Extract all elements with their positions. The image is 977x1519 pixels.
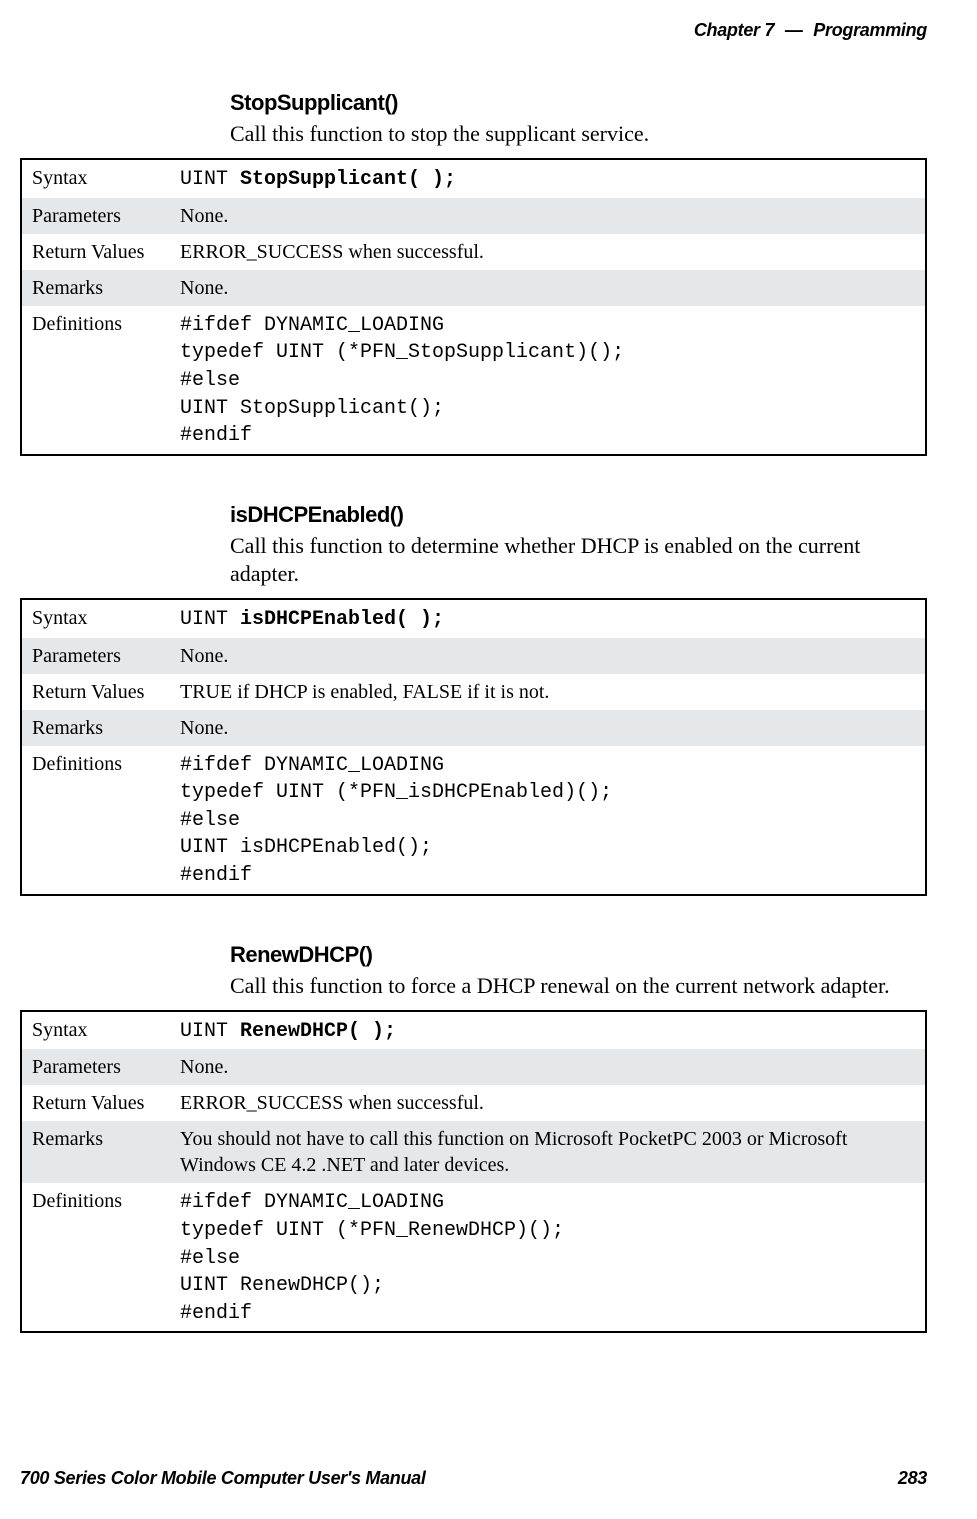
row-value: #ifdef DYNAMIC_LOADING typedef UINT (*PF… [170, 746, 926, 895]
table-row: Parameters None. [21, 198, 926, 234]
row-label: Return Values [21, 674, 170, 710]
row-value: UINT RenewDHCP( ); [170, 1011, 926, 1050]
row-value: None. [170, 638, 926, 674]
chapter-title: Programming [813, 20, 927, 40]
table-row: Definitions #ifdef DYNAMIC_LOADING typed… [21, 1183, 926, 1332]
row-label: Syntax [21, 159, 170, 198]
function-block: RenewDHCP() Call this function to force … [20, 942, 927, 1334]
page-content: StopSupplicant() Call this function to s… [20, 78, 927, 1379]
function-block: StopSupplicant() Call this function to s… [20, 90, 927, 456]
definitions-code: #ifdef DYNAMIC_LOADING typedef UINT (*PF… [180, 1191, 564, 1324]
row-value: TRUE if DHCP is enabled, FALSE if it is … [170, 674, 926, 710]
row-label: Parameters [21, 638, 170, 674]
row-label: Parameters [21, 198, 170, 234]
row-value: None. [170, 710, 926, 746]
syntax-prefix: UINT [180, 168, 240, 191]
function-heading: StopSupplicant() [230, 90, 927, 116]
syntax-prefix: UINT [180, 1020, 240, 1043]
row-value: UINT StopSupplicant( ); [170, 159, 926, 198]
table-row: Return Values TRUE if DHCP is enabled, F… [21, 674, 926, 710]
row-label: Syntax [21, 599, 170, 638]
document-page: Chapter 7 — Programming StopSupplicant()… [0, 0, 977, 1519]
function-description: Call this function to stop the supplican… [230, 120, 927, 148]
function-block: isDHCPEnabled() Call this function to de… [20, 502, 927, 896]
table-row: Return Values ERROR_SUCCESS when success… [21, 1085, 926, 1121]
syntax-prefix: UINT [180, 608, 240, 631]
table-row: Remarks None. [21, 710, 926, 746]
row-value: None. [170, 198, 926, 234]
table-row: Definitions #ifdef DYNAMIC_LOADING typed… [21, 306, 926, 455]
syntax-signature: isDHCPEnabled( ); [240, 608, 444, 631]
syntax-signature: StopSupplicant( ); [240, 168, 456, 191]
function-description: Call this function to determine whether … [230, 532, 927, 588]
row-label: Return Values [21, 1085, 170, 1121]
row-label: Remarks [21, 710, 170, 746]
table-row: Parameters None. [21, 638, 926, 674]
syntax-signature: RenewDHCP( ); [240, 1020, 396, 1043]
page-header: Chapter 7 — Programming [694, 20, 927, 41]
row-label: Syntax [21, 1011, 170, 1050]
table-row: Syntax UINT StopSupplicant( ); [21, 159, 926, 198]
row-label: Return Values [21, 234, 170, 270]
api-table: Syntax UINT RenewDHCP( ); Parameters Non… [20, 1010, 927, 1334]
row-label: Definitions [21, 1183, 170, 1332]
table-row: Remarks None. [21, 270, 926, 306]
table-row: Definitions #ifdef DYNAMIC_LOADING typed… [21, 746, 926, 895]
table-row: Parameters None. [21, 1049, 926, 1085]
row-label: Remarks [21, 1121, 170, 1183]
api-table: Syntax UINT isDHCPEnabled( ); Parameters… [20, 598, 927, 896]
row-value: You should not have to call this functio… [170, 1121, 926, 1183]
row-value: None. [170, 270, 926, 306]
row-value: UINT isDHCPEnabled( ); [170, 599, 926, 638]
definitions-code: #ifdef DYNAMIC_LOADING typedef UINT (*PF… [180, 314, 624, 447]
chapter-label: Chapter [694, 20, 760, 40]
definitions-code: #ifdef DYNAMIC_LOADING typedef UINT (*PF… [180, 754, 612, 887]
row-value: #ifdef DYNAMIC_LOADING typedef UINT (*PF… [170, 306, 926, 455]
header-separator: — [785, 20, 803, 40]
manual-title: 700 Series Color Mobile Computer User's … [20, 1468, 426, 1488]
function-description: Call this function to force a DHCP renew… [230, 972, 927, 1000]
row-value: #ifdef DYNAMIC_LOADING typedef UINT (*PF… [170, 1183, 926, 1332]
table-row: Syntax UINT RenewDHCP( ); [21, 1011, 926, 1050]
chapter-number: 7 [764, 20, 774, 40]
row-value: None. [170, 1049, 926, 1085]
api-table: Syntax UINT StopSupplicant( ); Parameter… [20, 158, 927, 456]
row-value: ERROR_SUCCESS when successful. [170, 1085, 926, 1121]
row-value: ERROR_SUCCESS when successful. [170, 234, 926, 270]
page-number: 283 [898, 1468, 927, 1489]
row-label: Remarks [21, 270, 170, 306]
table-row: Return Values ERROR_SUCCESS when success… [21, 234, 926, 270]
function-heading: RenewDHCP() [230, 942, 927, 968]
row-label: Parameters [21, 1049, 170, 1085]
row-label: Definitions [21, 306, 170, 455]
table-row: Syntax UINT isDHCPEnabled( ); [21, 599, 926, 638]
table-row: Remarks You should not have to call this… [21, 1121, 926, 1183]
row-label: Definitions [21, 746, 170, 895]
page-footer: 700 Series Color Mobile Computer User's … [20, 1468, 927, 1489]
function-heading: isDHCPEnabled() [230, 502, 927, 528]
